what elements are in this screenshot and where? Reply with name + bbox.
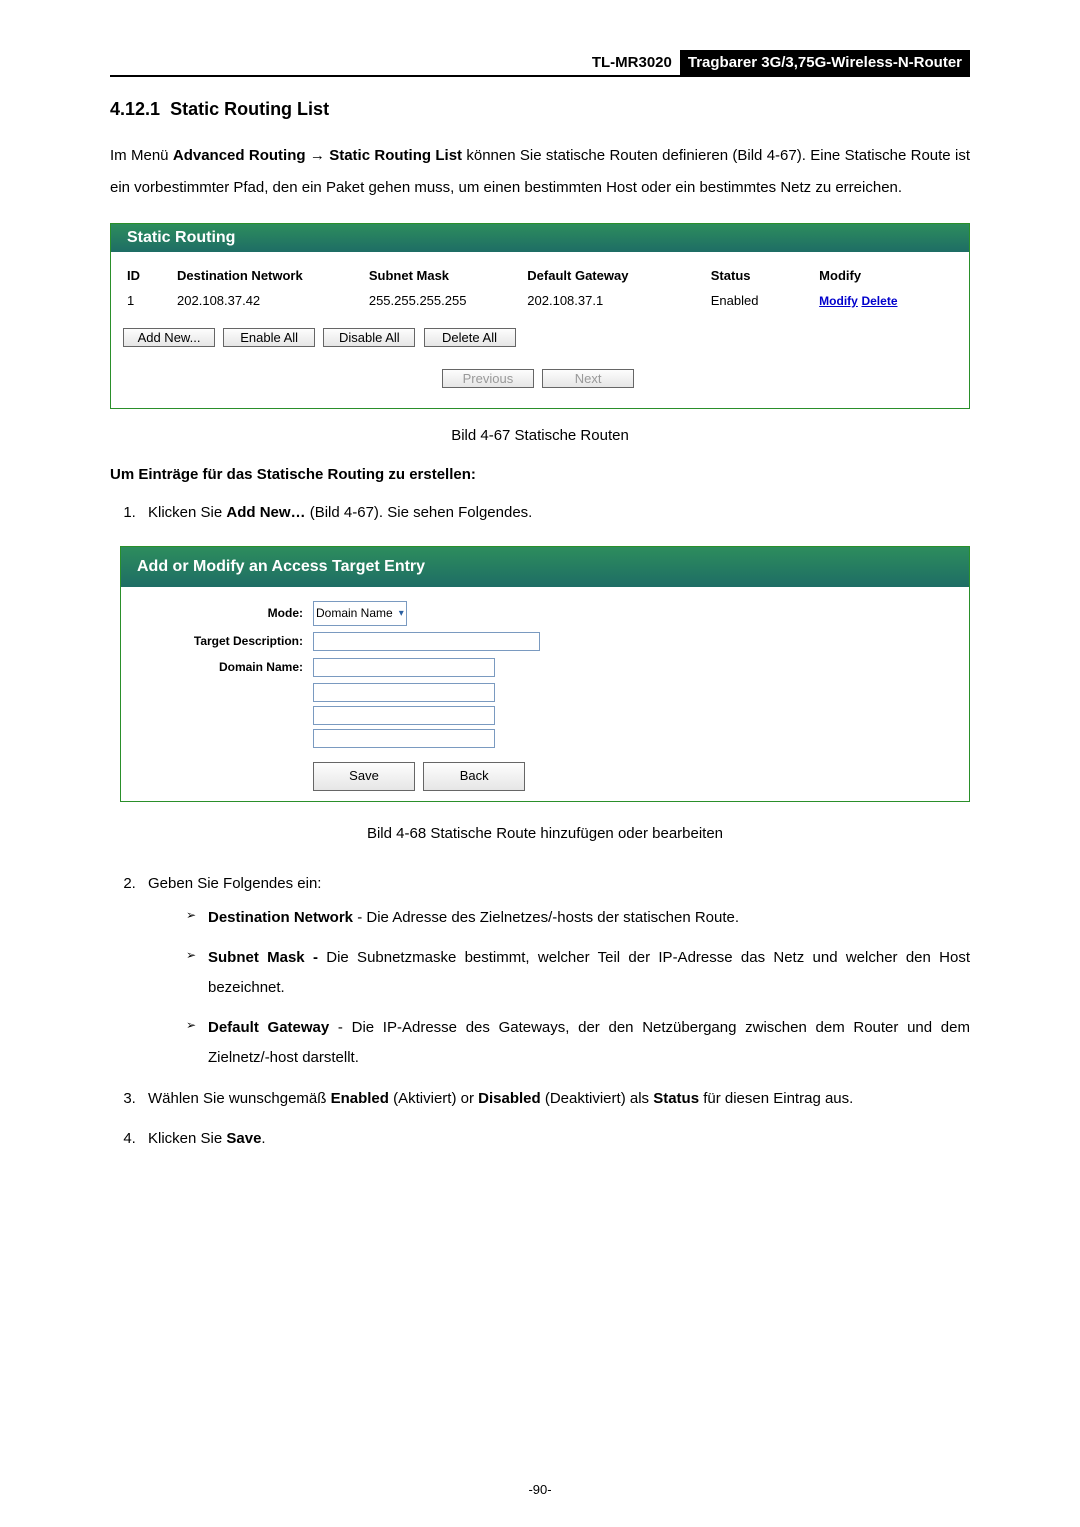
save-button[interactable]: Save: [313, 762, 415, 791]
section-heading: 4.12.1 Static Routing List: [110, 99, 970, 120]
col-gw: Default Gateway: [523, 262, 706, 289]
step-2: Geben Sie Folgendes ein: Destination Net…: [140, 870, 970, 1073]
col-mask: Subnet Mask: [365, 262, 523, 289]
figure-caption-1: Bild 4-67 Statische Routen: [110, 427, 970, 444]
cell-status: Enabled: [707, 289, 815, 322]
product-label: Tragbarer 3G/3,75G-Wireless-N-Router: [680, 50, 970, 75]
target-desc-label: Target Description:: [133, 630, 313, 653]
disable-all-button[interactable]: Disable All: [323, 328, 415, 347]
instructions-heading: Um Einträge für das Statische Routing zu…: [110, 466, 970, 483]
mode-select[interactable]: Domain Name ▾: [313, 601, 407, 626]
static-routing-title: Static Routing: [111, 224, 969, 252]
domain-name-input-4[interactable]: [313, 729, 495, 748]
table-header-row: ID Destination Network Subnet Mask Defau…: [123, 262, 957, 289]
domain-name-input-3[interactable]: [313, 706, 495, 725]
bullet-default-gateway: Default Gateway - Die IP-Adresse des Gat…: [186, 1013, 970, 1073]
add-modify-panel: Add or Modify an Access Target Entry Mod…: [120, 546, 970, 802]
col-modify: Modify: [815, 262, 957, 289]
model-label: TL-MR3020: [584, 50, 680, 75]
bullet-subnet-mask: Subnet Mask - Die Subnetzmaske bestimmt,…: [186, 943, 970, 1003]
domain-name-input-1[interactable]: [313, 658, 495, 677]
static-routing-panel: Static Routing ID Destination Network Su…: [110, 223, 970, 409]
cell-id: 1: [123, 289, 173, 322]
enable-all-button[interactable]: Enable All: [223, 328, 315, 347]
delete-all-button[interactable]: Delete All: [424, 328, 516, 347]
next-button: Next: [542, 369, 634, 388]
mode-label: Mode:: [133, 602, 313, 625]
page-number: -90-: [0, 1482, 1080, 1497]
step-4: Klicken Sie Save.: [140, 1125, 970, 1154]
previous-button: Previous: [442, 369, 534, 388]
cell-gw: 202.108.37.1: [523, 289, 706, 322]
target-desc-input[interactable]: [313, 632, 540, 651]
col-status: Status: [707, 262, 815, 289]
col-id: ID: [123, 262, 173, 289]
modify-link[interactable]: Modify: [819, 294, 858, 308]
step-3: Wählen Sie wunschgemäß Enabled (Aktivier…: [140, 1085, 970, 1114]
cell-dest: 202.108.37.42: [173, 289, 365, 322]
step-1: Klicken Sie Add New… (Bild 4-67). Sie se…: [140, 499, 970, 848]
figure-caption-2: Bild 4-68 Statische Route hinzufügen ode…: [120, 820, 970, 849]
intro-paragraph: Im Menü Advanced Routing → Static Routin…: [110, 140, 970, 203]
action-button-row: Add New... Enable All Disable All Delete…: [123, 322, 957, 361]
routing-table: ID Destination Network Subnet Mask Defau…: [123, 262, 957, 322]
nav-button-row: Previous Next: [123, 361, 957, 392]
delete-link[interactable]: Delete: [861, 294, 897, 308]
add-new-button[interactable]: Add New...: [123, 328, 215, 347]
col-dest: Destination Network: [173, 262, 365, 289]
domain-name-input-2[interactable]: [313, 683, 495, 702]
page-header: TL-MR3020 Tragbarer 3G/3,75G-Wireless-N-…: [110, 50, 970, 77]
bullet-dest-network: Destination Network - Die Adresse des Zi…: [186, 903, 970, 933]
domain-name-label: Domain Name:: [133, 656, 313, 679]
cell-mask: 255.255.255.255: [365, 289, 523, 322]
back-button[interactable]: Back: [423, 762, 525, 791]
chevron-down-icon: ▾: [399, 604, 404, 623]
table-row: 1 202.108.37.42 255.255.255.255 202.108.…: [123, 289, 957, 322]
add-modify-title: Add or Modify an Access Target Entry: [121, 547, 969, 587]
